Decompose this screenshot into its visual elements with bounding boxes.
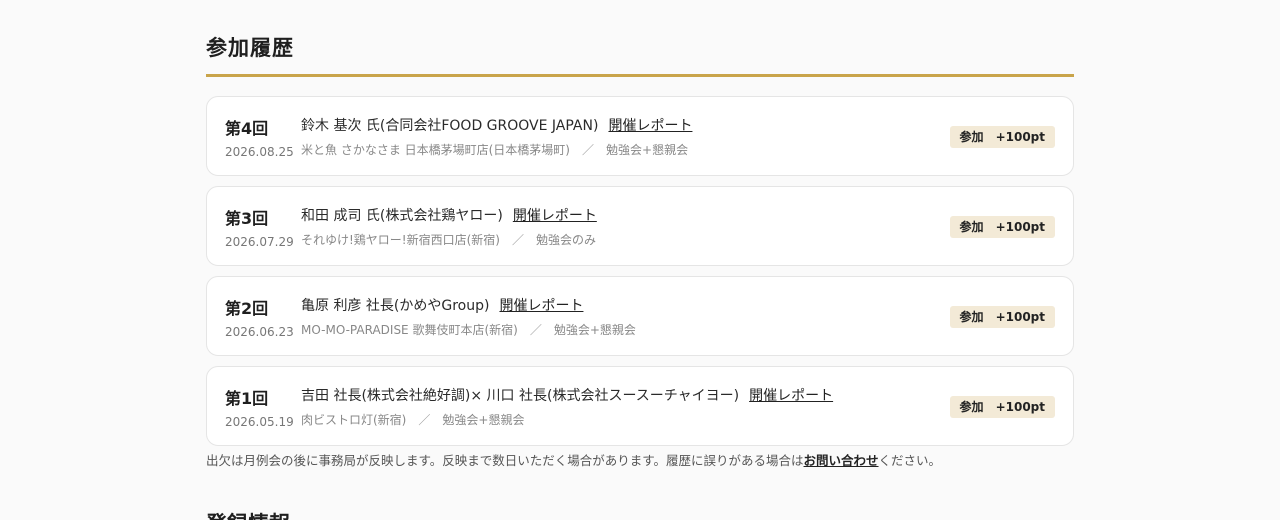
attendance-status: 参加 — [959, 400, 984, 414]
attendance-badge: 参加 +100pt — [949, 306, 1055, 328]
venue-line: それゆけ!鶏ヤロー!新宿西口店(新宿) ／ 勉強会のみ — [301, 231, 933, 248]
venue-separator: ／ — [582, 143, 595, 157]
speaker-name: 吉田 社長(株式会社絶好調)× 川口 社長(株式会社スースーチャイヨー) — [301, 388, 740, 404]
earned-points: +100pt — [995, 400, 1045, 414]
history-card: 第4回 2026.08.25 鈴木 基次 氏(合同会社FOOD GROOVE J… — [206, 96, 1074, 176]
venue-separator: ／ — [418, 413, 431, 427]
venue-line: 肉ビストロ灯(新宿) ／ 勉強会+懇親会 — [301, 411, 933, 428]
venue-line: MO-MO-PARADISE 歌舞伎町本店(新宿) ／ 勉強会+懇親会 — [301, 321, 933, 338]
attendance-status: 参加 — [959, 130, 984, 144]
attendance-badge: 参加 +100pt — [949, 216, 1055, 238]
event-date: 2026.06.23 — [225, 325, 294, 339]
history-card: 第3回 2026.07.29 和田 成司 氏(株式会社鶏ヤロー) 開催レポート そ… — [206, 186, 1074, 266]
event-date: 2026.08.25 — [225, 145, 294, 159]
event-info: 和田 成司 氏(株式会社鶏ヤロー) 開催レポート それゆけ!鶏ヤロー!新宿西口店(… — [301, 205, 933, 248]
speaker-line: 鈴木 基次 氏(合同会社FOOD GROOVE JAPAN) 開催レポート — [301, 115, 933, 135]
earned-points: +100pt — [995, 130, 1045, 144]
note-text: 出欠は月例会の後に事務局が反映します。反映まで数日いただく場合があります。履歴に… — [206, 453, 804, 468]
event-info: 鈴木 基次 氏(合同会社FOOD GROOVE JAPAN) 開催レポート 米と魚… — [301, 115, 933, 158]
next-section-title: 登録情報 — [206, 512, 406, 520]
history-card: 第2回 2026.06.23 亀原 利彦 社長(かめやGroup) 開催レポート … — [206, 276, 1074, 356]
venue-name: それゆけ!鶏ヤロー!新宿西口店(新宿) — [301, 233, 500, 247]
next-section-heading: 登録情報 — [206, 512, 406, 520]
round-number: 第3回 — [225, 209, 269, 228]
speaker-name: 鈴木 基次 氏(合同会社FOOD GROOVE JAPAN) — [301, 118, 599, 134]
round-column: 第4回 2026.08.25 — [225, 115, 297, 159]
note-text-end: ください。 — [878, 453, 942, 468]
round-column: 第3回 2026.07.29 — [225, 205, 297, 249]
event-format: 勉強会のみ — [536, 233, 597, 247]
history-card: 第1回 2026.05.19 吉田 社長(株式会社絶好調)× 川口 社長(株式会… — [206, 366, 1074, 446]
history-list: 第4回 2026.08.25 鈴木 基次 氏(合同会社FOOD GROOVE J… — [206, 96, 1074, 456]
venue-separator: ／ — [529, 323, 542, 337]
title-divider — [206, 74, 1074, 77]
event-report-link[interactable]: 開催レポート — [749, 388, 833, 404]
attendance-status: 参加 — [959, 220, 984, 234]
history-note: 出欠は月例会の後に事務局が反映します。反映まで数日いただく場合があります。履歴に… — [206, 450, 941, 469]
event-info: 吉田 社長(株式会社絶好調)× 川口 社長(株式会社スースーチャイヨー) 開催レポ… — [301, 385, 933, 428]
attendance-badge: 参加 +100pt — [949, 126, 1055, 148]
round-number: 第1回 — [225, 389, 269, 408]
event-date: 2026.05.19 — [225, 415, 294, 429]
event-report-link[interactable]: 開催レポート — [513, 208, 597, 224]
earned-points: +100pt — [995, 220, 1045, 234]
round-number: 第4回 — [225, 119, 269, 138]
speaker-name: 亀原 利彦 社長(かめやGroup) — [301, 298, 490, 314]
venue-line: 米と魚 さかなさま 日本橋茅場町店(日本橋茅場町) ／ 勉強会+懇親会 — [301, 141, 933, 158]
speaker-line: 和田 成司 氏(株式会社鶏ヤロー) 開催レポート — [301, 205, 933, 225]
attendance-badge: 参加 +100pt — [949, 396, 1055, 418]
venue-name: 米と魚 さかなさま 日本橋茅場町店(日本橋茅場町) — [301, 143, 570, 157]
round-number: 第2回 — [225, 299, 269, 318]
venue-name: 肉ビストロ灯(新宿) — [301, 413, 407, 427]
event-report-link[interactable]: 開催レポート — [499, 298, 583, 314]
event-format: 勉強会+懇親会 — [442, 413, 525, 427]
venue-name: MO-MO-PARADISE 歌舞伎町本店(新宿) — [301, 323, 518, 337]
speaker-name: 和田 成司 氏(株式会社鶏ヤロー) — [301, 208, 503, 224]
section-title: 参加履歴 — [206, 36, 294, 60]
event-format: 勉強会+懇親会 — [553, 323, 636, 337]
contact-link[interactable]: お問い合わせ — [804, 453, 879, 468]
venue-separator: ／ — [512, 233, 525, 247]
speaker-line: 亀原 利彦 社長(かめやGroup) 開催レポート — [301, 295, 933, 315]
round-column: 第1回 2026.05.19 — [225, 385, 297, 429]
earned-points: +100pt — [995, 310, 1045, 324]
event-date: 2026.07.29 — [225, 235, 294, 249]
event-info: 亀原 利彦 社長(かめやGroup) 開催レポート MO-MO-PARADISE … — [301, 295, 933, 338]
speaker-line: 吉田 社長(株式会社絶好調)× 川口 社長(株式会社スースーチャイヨー) 開催レポ… — [301, 385, 933, 405]
round-column: 第2回 2026.06.23 — [225, 295, 297, 339]
attendance-status: 参加 — [959, 310, 984, 324]
event-report-link[interactable]: 開催レポート — [608, 118, 692, 134]
event-format: 勉強会+懇親会 — [606, 143, 689, 157]
